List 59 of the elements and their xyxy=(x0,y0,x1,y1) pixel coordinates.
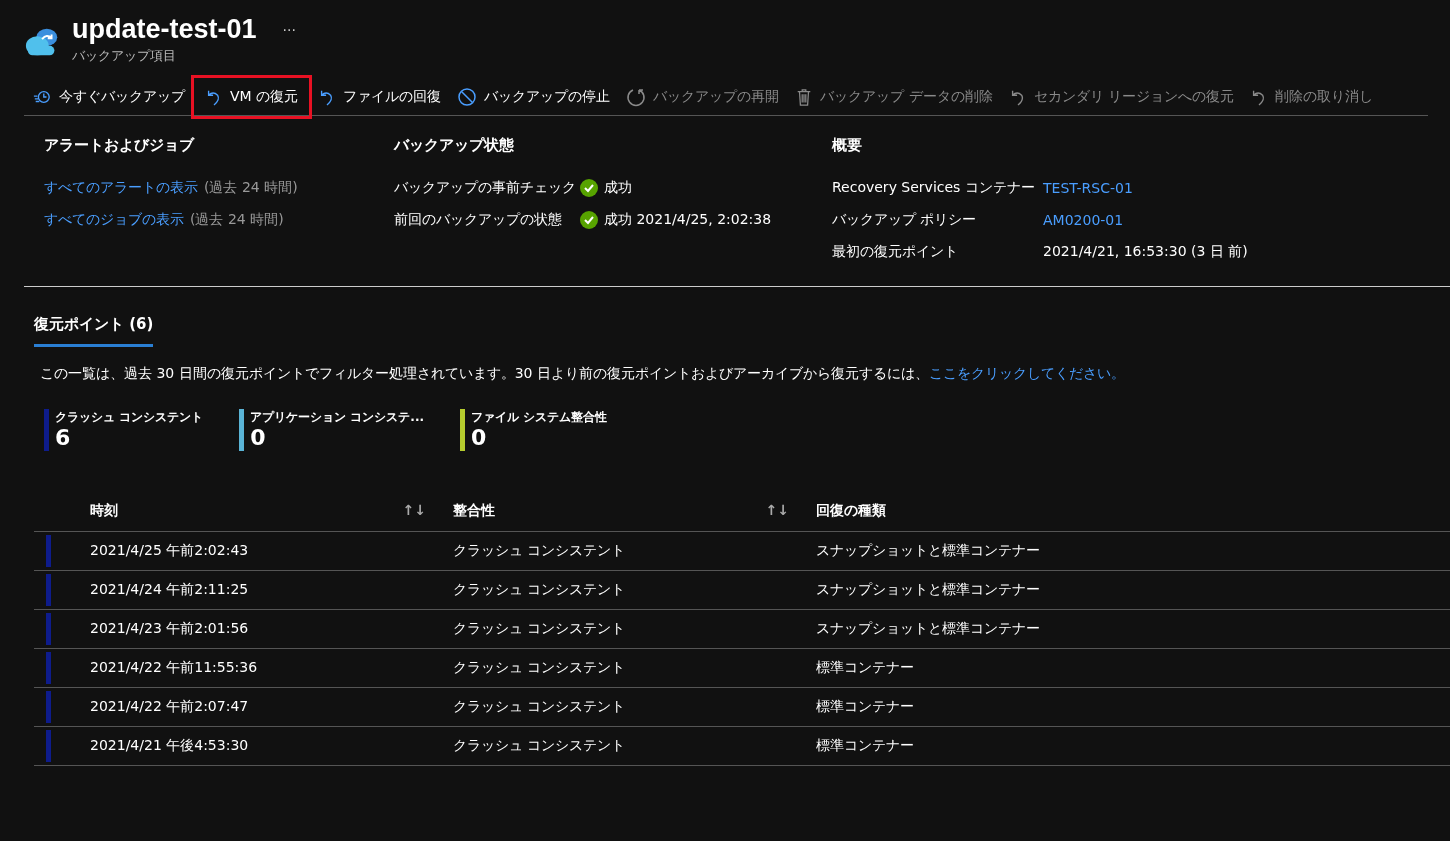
table-cell: クラッシュ コンシステント xyxy=(453,726,816,766)
count-value: 6 xyxy=(55,426,72,451)
table-cell: 標準コンテナー xyxy=(816,648,1450,688)
count-label: ファイル システム整合性 xyxy=(471,409,608,426)
table-cell: 2021/4/21 午後4:53:30 xyxy=(90,726,453,766)
time-range-note: (過去 24 時間) xyxy=(204,179,298,197)
toolbar-button[interactable]: バックアップの停止 xyxy=(449,83,619,111)
sort-icon[interactable]: ↑↓ xyxy=(402,502,426,520)
summary-link[interactable]: AM0200-01 xyxy=(1043,212,1124,228)
section-heading: 概要 xyxy=(832,136,863,155)
table-cell: クラッシュ コンシステント xyxy=(453,609,816,649)
count-label: アプリケーション コンシステ... xyxy=(250,409,425,426)
table-cell: 2021/4/24 午前2:11:25 xyxy=(90,570,453,610)
summary-value: 2021/4/21, 16:53:30 (3 日 前) xyxy=(1043,243,1248,261)
table-cell: クラッシュ コンシステント xyxy=(453,570,816,610)
tab[interactable]: 復元ポイント (6) xyxy=(34,311,154,347)
status-label: バックアップの事前チェック xyxy=(394,179,574,197)
column-header[interactable]: 整合性 xyxy=(453,502,495,520)
stop-icon xyxy=(457,87,478,107)
view-link[interactable]: すべてのジョブの表示 xyxy=(44,211,184,229)
page-subtitle: バックアップ項目 xyxy=(72,47,177,65)
table-cell: クラッシュ コンシステント xyxy=(453,531,816,571)
refresh-icon xyxy=(626,87,647,107)
table-cell: スナップショットと標準コンテナー xyxy=(816,609,1450,649)
table-cell: クラッシュ コンシステント xyxy=(453,648,816,688)
count-value: 0 xyxy=(250,426,267,451)
status-value: 成功 2021/4/25, 2:02:38 xyxy=(604,211,772,229)
clock-icon xyxy=(32,88,52,106)
table-cell: 標準コンテナー xyxy=(816,726,1450,766)
count-label: クラッシュ コンシステント xyxy=(55,409,204,426)
more-button[interactable]: ··· xyxy=(276,21,302,38)
summary-link[interactable]: TEST-RSC-01 xyxy=(1043,180,1133,196)
table-cell: 2021/4/22 午前2:07:47 xyxy=(90,687,453,727)
table-cell: 標準コンテナー xyxy=(816,687,1450,727)
filter-info-text: この一覧は、過去 30 日間の復元ポイントでフィルター処理されています。30 日より前の復元ポイントおよびアーカイブから復元するには、ここをクリックしてください。 xyxy=(40,365,1126,383)
sort-icon[interactable]: ↑↓ xyxy=(765,502,789,520)
status-label: 前回のバックアップの状態 xyxy=(394,211,563,229)
table-cell: 2021/4/22 午前11:55:36 xyxy=(90,648,453,688)
section-heading: バックアップ状態 xyxy=(394,136,515,155)
toolbar-button[interactable]: 今すぐバックアップ xyxy=(24,84,193,110)
table-cell: クラッシュ コンシステント xyxy=(453,687,816,727)
summary-label: Recovery Services コンテナー xyxy=(832,179,1036,197)
view-link[interactable]: すべてのアラートの表示 xyxy=(44,179,198,197)
page-title: update-test-01 xyxy=(72,14,257,45)
summary-label: バックアップ ポリシー xyxy=(832,211,978,229)
table-cell: スナップショットと標準コンテナー xyxy=(816,531,1450,571)
column-header[interactable]: 回復の種類 xyxy=(816,502,886,520)
column-header[interactable]: 時刻 xyxy=(90,502,118,520)
count-value: 0 xyxy=(471,426,488,451)
summary-label: 最初の復元ポイント xyxy=(832,243,959,261)
time-range-note: (過去 24 時間) xyxy=(190,211,284,229)
table-cell: スナップショットと標準コンテナー xyxy=(816,570,1450,610)
section-heading: アラートおよびジョブ xyxy=(44,136,196,155)
table-cell: 2021/4/25 午前2:02:43 xyxy=(90,531,453,571)
table-cell: 2021/4/23 午前2:01:56 xyxy=(90,609,453,649)
status-value: 成功 xyxy=(604,179,632,197)
click-here-link[interactable]: ここをクリックしてください。 xyxy=(929,365,1125,381)
toolbar-button[interactable]: ファイルの回復 xyxy=(310,83,450,111)
toolbar-button[interactable]: VM の復元 xyxy=(193,77,311,117)
